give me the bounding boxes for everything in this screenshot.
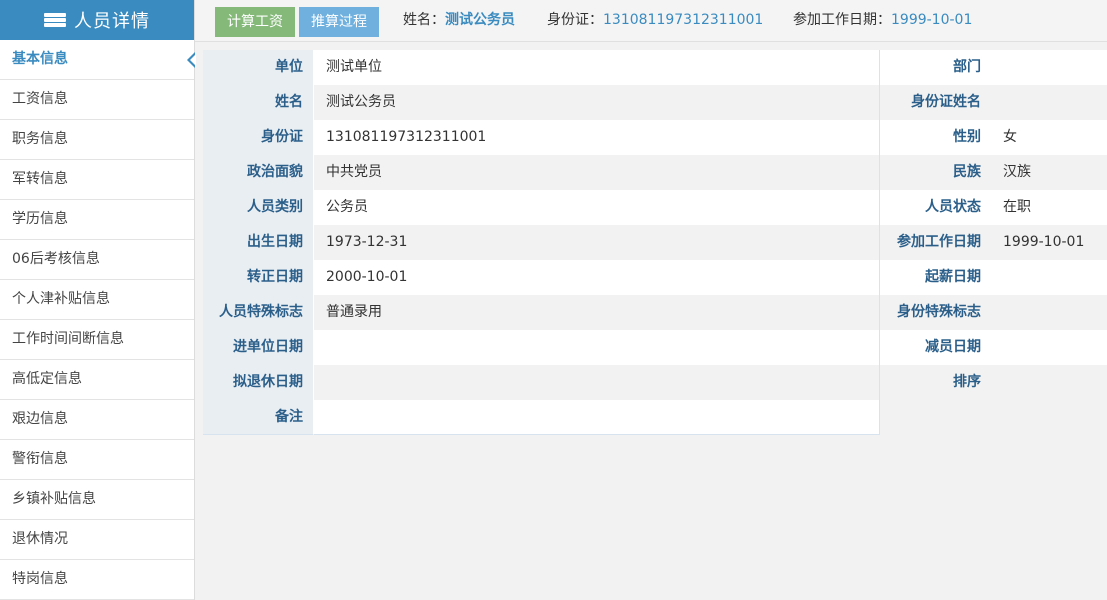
- detail-row: 拟退休日期 排序: [203, 365, 1107, 400]
- sidebar-item[interactable]: 工资信息: [0, 80, 194, 120]
- detail-row: 政治面貌 中共党员 民族 汉族: [203, 155, 1107, 190]
- sidebar-item[interactable]: 学历信息: [0, 200, 194, 240]
- field-label: 拟退休日期: [203, 365, 314, 400]
- field-label: 排序: [880, 365, 991, 400]
- sidebar-header: 人员详情: [0, 0, 194, 40]
- top-toolbar: 计算工资 推算过程 姓名：测试公务员 身份证：13108119731231100…: [195, 0, 1107, 42]
- field-value: 在职: [991, 190, 1107, 225]
- field-label: 减员日期: [880, 330, 991, 365]
- sidebar-item[interactable]: 退休情况: [0, 520, 194, 560]
- field-label: 身份证: [203, 120, 314, 155]
- work-date-label: 参加工作日期：: [793, 12, 891, 28]
- sidebar-title: 人员详情: [74, 11, 150, 32]
- field-label: 姓名: [203, 85, 314, 120]
- calculate-salary-button[interactable]: 计算工资: [215, 7, 295, 37]
- sidebar-item[interactable]: 警衔信息: [0, 440, 194, 480]
- id-value: 131081197312311001: [603, 12, 764, 28]
- field-label: 身份特殊标志: [880, 295, 991, 330]
- field-label: 性别: [880, 120, 991, 155]
- field-value: [991, 85, 1107, 120]
- header-id-info: 身份证：131081197312311001: [547, 0, 763, 41]
- field-value: 2000-10-01: [314, 260, 880, 295]
- detail-row: 进单位日期 减员日期: [203, 330, 1107, 365]
- detail-row: 人员特殊标志 普通录用 身份特殊标志: [203, 295, 1107, 330]
- detail-row: 身份证 131081197312311001 性别女: [203, 120, 1107, 155]
- field-value: 测试单位: [314, 50, 880, 85]
- field-label: 人员状态: [880, 190, 991, 225]
- field-value: [314, 330, 880, 365]
- name-value: 测试公务员: [445, 12, 515, 28]
- field-value: [991, 365, 1107, 400]
- sidebar-menu: 基本信息 工资信息 职务信息 军转信息 学历信息 06后考核信息 个人津补贴信息 工作时间间断…: [0, 40, 196, 600]
- field-value: [991, 295, 1107, 330]
- sidebar-item[interactable]: 职务信息: [0, 120, 194, 160]
- sidebar-item[interactable]: 艰边信息: [0, 400, 194, 440]
- field-label: 参加工作日期: [880, 225, 991, 260]
- field-value: 131081197312311001: [314, 120, 880, 155]
- field-label: 起薪日期: [880, 260, 991, 295]
- detail-row: 转正日期 2000-10-01 起薪日期: [203, 260, 1107, 295]
- sidebar: 人员详情 基本信息 工资信息 职务信息 军转信息 学历信息 06后考核信息 个人津补贴信息工…: [0, 0, 196, 600]
- header-date-info: 参加工作日期：1999-10-01: [793, 0, 972, 41]
- app-root: 人员详情 基本信息 工资信息 职务信息 军转信息 学历信息 06后考核信息 个人津补贴信息工…: [0, 0, 1107, 600]
- detail-row: 姓名 测试公务员 身份证姓名: [203, 85, 1107, 120]
- field-label: 单位: [203, 50, 314, 85]
- field-label: 部门: [880, 50, 991, 85]
- derivation-process-button[interactable]: 推算过程: [299, 7, 379, 37]
- field-value: 中共党员: [314, 155, 880, 190]
- field-value: 汉族: [991, 155, 1107, 190]
- list-icon: [44, 13, 66, 27]
- sidebar-item[interactable]: 乡镇补贴信息: [0, 480, 194, 520]
- field-value: 1973-12-31: [314, 225, 880, 260]
- work-date-value: 1999-10-01: [891, 12, 973, 28]
- field-label: 备注: [203, 400, 314, 435]
- detail-row: 人员类别 公务员 人员状态 在职: [203, 190, 1107, 225]
- field-label: 出生日期: [203, 225, 314, 260]
- field-label: 身份证姓名: [880, 85, 991, 120]
- id-label: 身份证：: [547, 12, 603, 28]
- sidebar-item[interactable]: 高低定信息: [0, 360, 194, 400]
- sidebar-item[interactable]: 军转信息: [0, 160, 194, 200]
- field-value: 女: [991, 120, 1107, 155]
- field-label: 民族: [880, 155, 991, 190]
- detail-row: 备注: [203, 400, 1107, 435]
- sidebar-item[interactable]: 个人津补贴信息: [0, 280, 194, 320]
- field-label: 人员特殊标志: [203, 295, 314, 330]
- field-value: [314, 365, 880, 400]
- field-value: 普通录用: [314, 295, 880, 330]
- field-label: 进单位日期: [203, 330, 314, 365]
- field-value: [991, 260, 1107, 295]
- detail-table: 单位 测试单位 部门 姓名 测试公务员 身份证姓名 身份证 13108119731231100…: [203, 50, 1107, 435]
- field-label: 政治面貌: [203, 155, 314, 190]
- name-label: 姓名：: [403, 12, 445, 28]
- field-label: 人员类别: [203, 190, 314, 225]
- sidebar-item[interactable]: 基本信息: [0, 40, 196, 80]
- field-value: 公务员: [314, 190, 880, 225]
- sidebar-item[interactable]: 工作时间间断信息: [0, 320, 194, 360]
- field-value: 测试公务员: [314, 85, 880, 120]
- detail-row: 单位 测试单位 部门: [203, 50, 1107, 85]
- field-value: [991, 330, 1107, 365]
- detail-row: 出生日期 1973-12-31 参加工作日期 1999-10-01: [203, 225, 1107, 260]
- sidebar-item[interactable]: 06后考核信息: [0, 240, 194, 280]
- header-name-info: 姓名：测试公务员: [403, 0, 515, 41]
- field-value: 1999-10-01: [991, 225, 1107, 260]
- sidebar-item[interactable]: 特岗信息: [0, 560, 194, 600]
- field-label: 转正日期: [203, 260, 314, 295]
- field-value: [314, 400, 880, 435]
- field-value: [991, 50, 1107, 85]
